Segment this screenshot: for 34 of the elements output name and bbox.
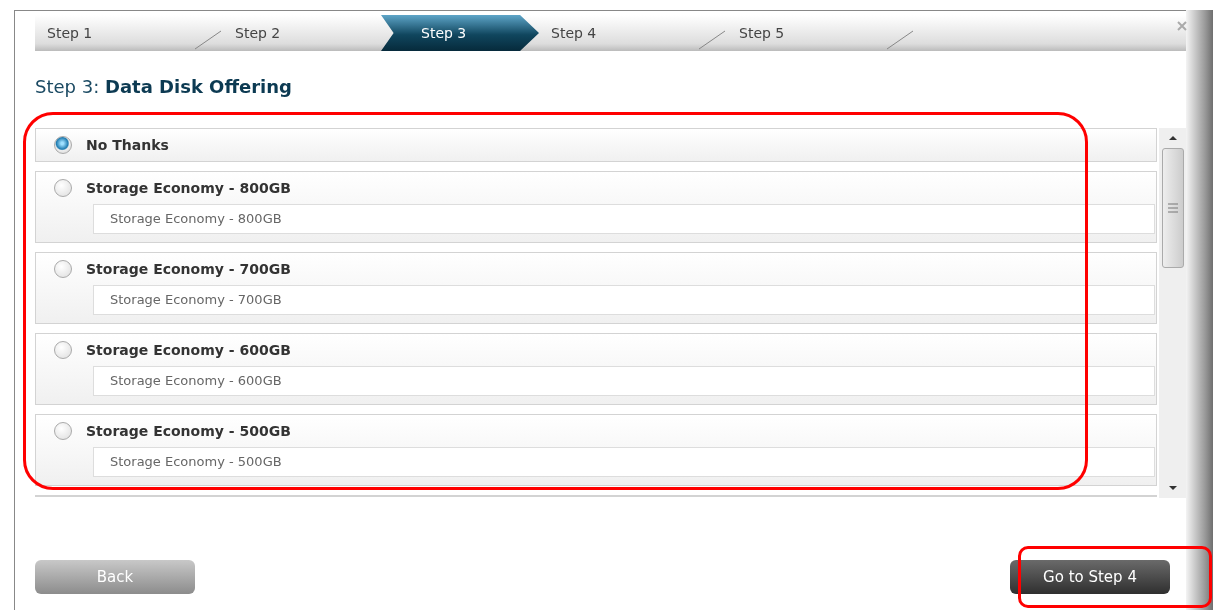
page-heading: Step 3: Data Disk Offering [35, 75, 293, 99]
radio-button[interactable] [54, 341, 72, 359]
offering-description: Storage Economy - 600GB [93, 366, 1156, 396]
offering-row[interactable]: Storage Economy - 600GB Storage Economy - 600GB [35, 333, 1158, 405]
offering-name: Storage Economy - 600GB [86, 340, 291, 360]
step-tab[interactable]: Step 4 [539, 15, 697, 51]
step-divider-icon [193, 29, 223, 51]
offering-row[interactable]: Storage Economy - 500GB Storage Economy - 500GB [35, 414, 1158, 486]
radio-button[interactable] [54, 260, 72, 278]
radio-button[interactable] [54, 179, 72, 197]
next-step-button[interactable]: Go to Step 4 [1010, 560, 1170, 594]
scrollbar[interactable] [1159, 128, 1186, 498]
scroll-up-icon[interactable] [1167, 134, 1178, 142]
offering-name: Storage Economy - 800GB [86, 178, 291, 198]
radio-button[interactable] [54, 136, 72, 154]
offering-description: Storage Economy - 800GB [93, 204, 1156, 234]
offering-name: Storage Economy - 700GB [86, 259, 291, 279]
offering-row[interactable]: Storage Economy - 700GB Storage Economy - 700GB [35, 252, 1158, 324]
step-divider-icon [885, 29, 915, 51]
step-tab[interactable]: Step 3 [381, 15, 539, 51]
offering-name: No Thanks [86, 135, 169, 155]
step-tab[interactable]: Step 1 [35, 15, 193, 51]
offering-description: Storage Economy - 700GB [93, 285, 1156, 315]
radio-button[interactable] [54, 422, 72, 440]
scroll-down-icon[interactable] [1167, 484, 1178, 492]
scroll-thumb[interactable] [1161, 148, 1184, 268]
offering-description: Storage Economy - 500GB [93, 447, 1156, 477]
offering-row[interactable]: Storage Economy - 800GB Storage Economy - 800GB [35, 171, 1158, 243]
step-tab[interactable]: Step 5 [727, 15, 885, 51]
offering-row[interactable]: No Thanks [35, 128, 1158, 162]
step-tab[interactable]: Step 2 [223, 15, 381, 51]
step-divider-icon [697, 29, 727, 51]
close-icon[interactable] [1176, 20, 1188, 32]
offering-name: Storage Economy - 500GB [86, 421, 291, 441]
